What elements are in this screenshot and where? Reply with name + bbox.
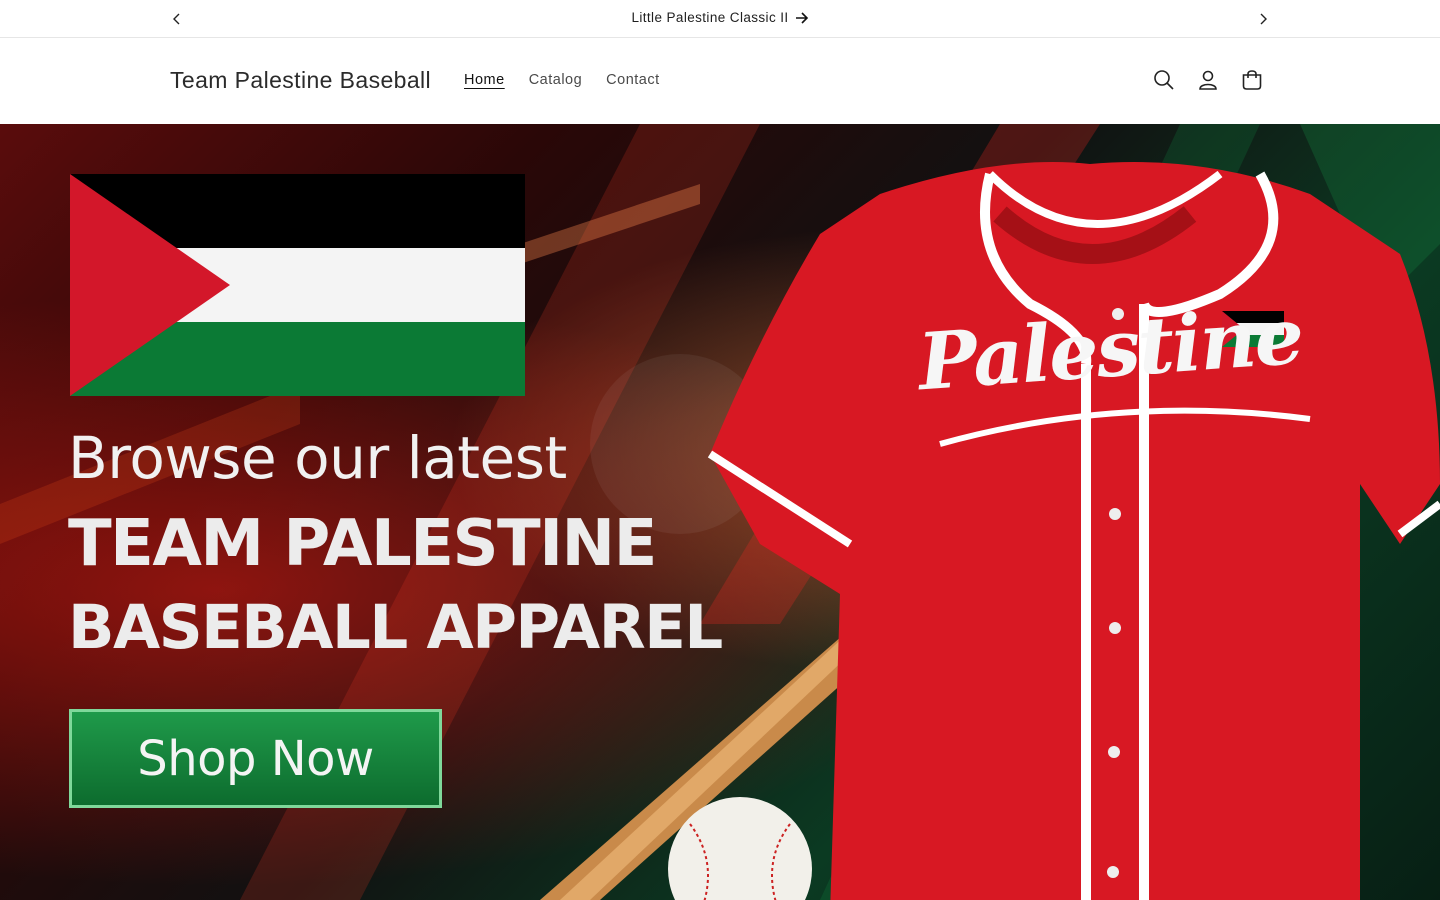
- nav-home[interactable]: Home: [452, 72, 517, 88]
- hero-heading-line3: BASEBALL APPAREL: [68, 592, 723, 663]
- cart-icon: [1242, 70, 1262, 90]
- announcement-text: Little Palestine Classic II: [631, 10, 789, 25]
- main-nav: Home Catalog Contact: [452, 72, 672, 88]
- announcement-next-button[interactable]: [1253, 9, 1273, 29]
- hero-heading-line1: Browse our latest: [68, 424, 567, 492]
- nav-catalog[interactable]: Catalog: [517, 72, 594, 88]
- palestine-flag-graphic: [70, 174, 525, 396]
- search-icon: [1154, 70, 1174, 90]
- jersey-image: [707, 162, 1440, 900]
- announcement-bar: Little Palestine Classic II: [0, 0, 1440, 38]
- announcement-message: Little Palestine Classic II: [0, 10, 1440, 25]
- account-button[interactable]: [1196, 68, 1220, 92]
- search-button[interactable]: [1152, 68, 1176, 92]
- header-icons: [1152, 68, 1264, 92]
- hero-banner[interactable]: Browse our latest TEAM PALESTINE BASEBAL…: [0, 124, 1440, 900]
- site-header: Team Palestine Baseball Home Catalog Con…: [0, 39, 1440, 124]
- account-icon: [1199, 70, 1217, 90]
- brand-logo[interactable]: Team Palestine Baseball: [170, 67, 431, 94]
- hero-heading-line2: TEAM PALESTINE: [68, 507, 657, 581]
- cart-button[interactable]: [1240, 68, 1264, 92]
- arrow-right-icon: [795, 11, 808, 24]
- chevron-right-icon: [1260, 13, 1267, 25]
- shop-now-button[interactable]: Shop Now: [69, 709, 442, 808]
- announcement-link[interactable]: Little Palestine Classic II: [631, 10, 808, 25]
- nav-contact[interactable]: Contact: [594, 72, 671, 88]
